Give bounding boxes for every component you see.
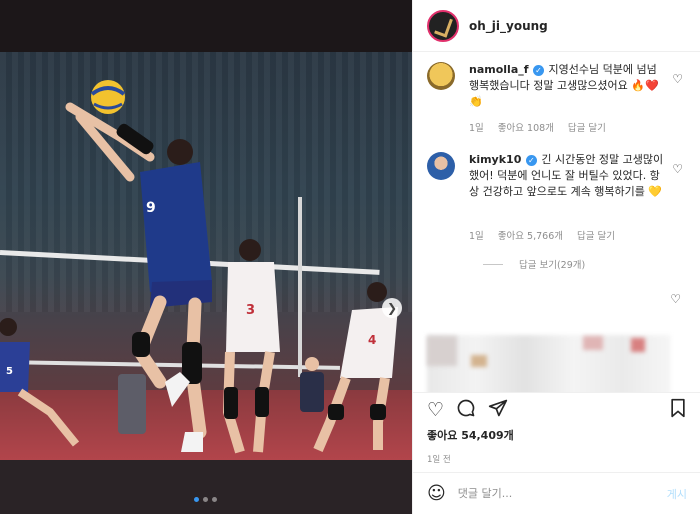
comment-bubble-icon[interactable] [456, 398, 476, 423]
carousel-dot-active [194, 497, 199, 502]
emoji-smiley-icon[interactable]: ☺ [427, 483, 446, 504]
photo-bottom-bar [0, 460, 412, 514]
chevron-right-icon: ❯ [386, 301, 398, 315]
comments-list: namolla_f ✓ 지영선수님 덕분에 넘넘 행복했습니다 정말 고생많으셨… [413, 52, 700, 392]
post-header: oh_ji_young [413, 0, 700, 52]
comment-body: namolla_f ✓ 지영선수님 덕분에 넘넘 행복했습니다 정말 고생많으셨… [469, 62, 669, 110]
comment-meta: 1일 좋아요 5,766개 답글 달기 [469, 228, 615, 242]
post-actions: ♡ 좋아요 54,409개 1일 전 [413, 392, 700, 465]
blurred-emoji [471, 355, 487, 367]
carousel-dot [212, 497, 217, 502]
comment-item: namolla_f ✓ 지영선수님 덕분에 넘넘 행복했습니다 정말 고생많으셨… [427, 62, 689, 152]
view-replies-button[interactable]: 답글 보기(29개) [483, 257, 585, 271]
author-avatar[interactable] [427, 9, 459, 42]
comment-likes[interactable]: 좋아요 5,766개 [498, 228, 563, 242]
players-illustration: 9 3 4 5 [0, 80, 398, 454]
like-comment-heart-icon[interactable]: ♡ [672, 162, 683, 176]
post-timestamp: 1일 전 [427, 455, 451, 465]
like-heart-icon[interactable]: ♡ [427, 399, 444, 421]
blurred-avatar [427, 336, 457, 366]
next-photo-button[interactable]: ❯ [382, 298, 402, 318]
commenter-avatar[interactable] [427, 152, 455, 180]
verified-badge-icon: ✓ [533, 65, 545, 76]
comment-age: 1일 [469, 123, 484, 134]
post-side-panel: oh_ji_young namolla_f ✓ 지영선수님 덕분에 넘넘 행복했… [412, 0, 700, 514]
comment-meta: 1일 좋아요 108개 답글 달기 [469, 120, 606, 134]
post-likes-count[interactable]: 좋아요 54,409개 [427, 427, 687, 443]
reply-button[interactable]: 답글 달기 [577, 228, 615, 242]
blurred-emoji [631, 338, 645, 352]
comment-age: 1일 [469, 231, 484, 242]
svg-text:4: 4 [368, 333, 376, 347]
share-plane-icon[interactable] [488, 398, 508, 423]
view-replies-label[interactable]: 답글 보기(29개) [519, 257, 585, 271]
bookmark-icon[interactable] [669, 398, 687, 423]
comment-likes[interactable]: 좋아요 108개 [498, 120, 554, 134]
commenter-avatar[interactable] [427, 62, 455, 90]
verified-badge-icon: ✓ [525, 155, 537, 166]
replies-divider [483, 263, 503, 265]
comment-username[interactable]: namolla_f [469, 63, 529, 76]
post-comment-button[interactable]: 게시 [667, 486, 687, 502]
svg-text:3: 3 [246, 303, 255, 318]
author-username[interactable]: oh_ji_young [469, 19, 548, 33]
like-comment-heart-icon[interactable]: ♡ [672, 72, 683, 86]
photo-top-bar [0, 0, 412, 52]
svg-text:5: 5 [6, 366, 13, 377]
post-photo: 9 3 4 5 ❯ [0, 52, 412, 460]
action-icons-row: ♡ [427, 393, 687, 427]
comment-body: kimyk10 ✓ 긴 시간동안 정말 고생많이했어! 덕분에 언니도 잘 버틸… [469, 152, 669, 200]
post-photo-pane: 9 3 4 5 ❯ [0, 0, 412, 514]
like-comment-heart-icon[interactable]: ♡ [670, 292, 681, 306]
add-comment-bar: ☺ 게시 [413, 472, 700, 514]
blurred-emoji [583, 336, 603, 350]
svg-text:9: 9 [146, 200, 156, 216]
carousel-indicators [194, 497, 217, 502]
comment-input[interactable] [457, 487, 667, 500]
comment-item: kimyk10 ✓ 긴 시간동안 정말 고생많이했어! 덕분에 언니도 잘 버틸… [427, 152, 689, 332]
reply-button[interactable]: 답글 달기 [568, 120, 606, 134]
comment-username[interactable]: kimyk10 [469, 153, 521, 166]
carousel-dot [203, 497, 208, 502]
